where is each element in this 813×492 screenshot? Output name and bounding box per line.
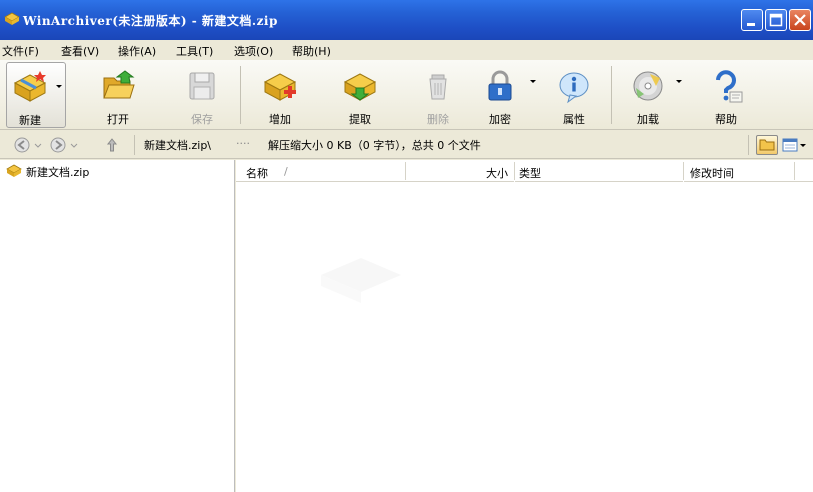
- minimize-icon: [747, 23, 755, 26]
- open-folder-icon: [103, 70, 135, 99]
- new-archive-icon: [13, 71, 47, 102]
- add-button[interactable]: 增加: [254, 62, 306, 128]
- column-size-label: 大小: [486, 167, 508, 180]
- chevron-down-icon[interactable]: [70, 137, 78, 153]
- menu-file[interactable]: 文件(F): [2, 43, 39, 59]
- column-type-label: 类型: [519, 167, 541, 180]
- delete-button[interactable]: 删除: [412, 62, 464, 128]
- add-label: 增加: [269, 113, 291, 126]
- close-button[interactable]: [789, 9, 811, 31]
- maximize-button[interactable]: [765, 9, 787, 31]
- toolbar-separator: [611, 66, 612, 124]
- folder-icon: [759, 139, 775, 151]
- help-icon: [716, 70, 743, 103]
- toolbar-separator: [240, 66, 241, 124]
- new-dropdown-arrow[interactable]: [56, 85, 62, 88]
- toolbar: 新建 打开 保存 增加 提取 删除 加密 属性 加载 帮助: [0, 60, 813, 130]
- delete-icon: [429, 74, 447, 100]
- load-disc-icon: [633, 71, 663, 101]
- details-view-icon: [782, 138, 806, 152]
- window-title: WinArchiver(未注册版本) - 新建文档.zip: [23, 14, 278, 28]
- lock-icon: [488, 70, 512, 101]
- archive-icon: [6, 164, 22, 177]
- load-dropdown-arrow[interactable]: [676, 80, 682, 83]
- column-name-label: 名称: [246, 167, 268, 180]
- extract-button[interactable]: 提取: [334, 62, 386, 128]
- folder-view-button[interactable]: [756, 135, 778, 155]
- open-button[interactable]: 打开: [92, 62, 144, 128]
- help-button[interactable]: 帮助: [700, 62, 752, 128]
- save-label: 保存: [191, 113, 213, 126]
- encrypt-label: 加密: [489, 113, 511, 126]
- address-separator: [134, 135, 135, 155]
- address-separator: [748, 135, 749, 155]
- title-bar[interactable]: WinArchiver(未注册版本) - 新建文档.zip: [0, 0, 813, 40]
- column-header-name[interactable]: 名称 /: [236, 160, 406, 182]
- archive-summary: 解压缩大小 0 KB（0 字节），总共 0 个文件: [268, 139, 481, 152]
- menu-view[interactable]: 查看(V): [61, 43, 99, 59]
- properties-button[interactable]: 属性: [548, 62, 600, 128]
- path-separator: ····: [236, 137, 250, 150]
- save-icon: [189, 72, 215, 100]
- new-button[interactable]: 新建: [6, 62, 66, 128]
- help-label: 帮助: [715, 113, 737, 126]
- extract-icon: [343, 73, 377, 101]
- file-list-pane: 名称 / 大小 类型 修改时间: [236, 160, 813, 492]
- save-button[interactable]: 保存: [176, 62, 228, 128]
- app-window: WinArchiver(未注册版本) - 新建文档.zip 文件(F) 查看(V…: [0, 0, 813, 492]
- sort-indicator: /: [284, 165, 288, 178]
- menu-action[interactable]: 操作(A): [118, 43, 156, 59]
- minimize-button[interactable]: [741, 9, 763, 31]
- forward-arrow-icon[interactable]: [50, 137, 66, 153]
- back-arrow-icon[interactable]: [14, 137, 30, 153]
- archive-app-icon: [4, 12, 20, 25]
- info-icon: [559, 72, 589, 104]
- open-label: 打开: [107, 113, 129, 126]
- menu-bar: 文件(F) 查看(V) 操作(A) 工具(T) 选项(O) 帮助(H): [0, 40, 813, 60]
- menu-help[interactable]: 帮助(H): [292, 43, 331, 59]
- add-files-icon: [263, 73, 297, 101]
- watermark-logo: [321, 258, 401, 303]
- column-header-size[interactable]: 大小: [406, 160, 514, 182]
- close-icon: [794, 14, 806, 26]
- chevron-down-icon[interactable]: [34, 137, 42, 153]
- up-folder-icon[interactable]: [104, 137, 120, 153]
- address-bar: 新建文档.zip\ ···· 解压缩大小 0 KB（0 字节），总共 0 个文件: [0, 131, 813, 159]
- encrypt-dropdown-arrow[interactable]: [530, 80, 536, 83]
- tree-item-label: 新建文档.zip: [26, 166, 90, 179]
- column-header-filler: [795, 160, 813, 182]
- menu-options[interactable]: 选项(O): [234, 43, 273, 59]
- column-header-type[interactable]: 类型: [515, 160, 683, 182]
- view-mode-button[interactable]: [780, 135, 808, 155]
- column-modified-label: 修改时间: [690, 167, 734, 180]
- maximize-icon: [769, 13, 783, 27]
- delete-label: 删除: [427, 113, 449, 126]
- encrypt-button[interactable]: 加密: [474, 62, 536, 128]
- properties-label: 属性: [563, 113, 585, 126]
- extract-label: 提取: [349, 113, 371, 126]
- new-label: 新建: [19, 114, 41, 127]
- column-header-modified[interactable]: 修改时间: [684, 160, 795, 182]
- folder-tree-pane: 新建文档.zip: [0, 160, 235, 492]
- load-label: 加载: [637, 113, 659, 126]
- archive-path[interactable]: 新建文档.zip\: [144, 137, 211, 153]
- menu-tools[interactable]: 工具(T): [176, 43, 213, 59]
- load-button[interactable]: 加载: [622, 62, 682, 128]
